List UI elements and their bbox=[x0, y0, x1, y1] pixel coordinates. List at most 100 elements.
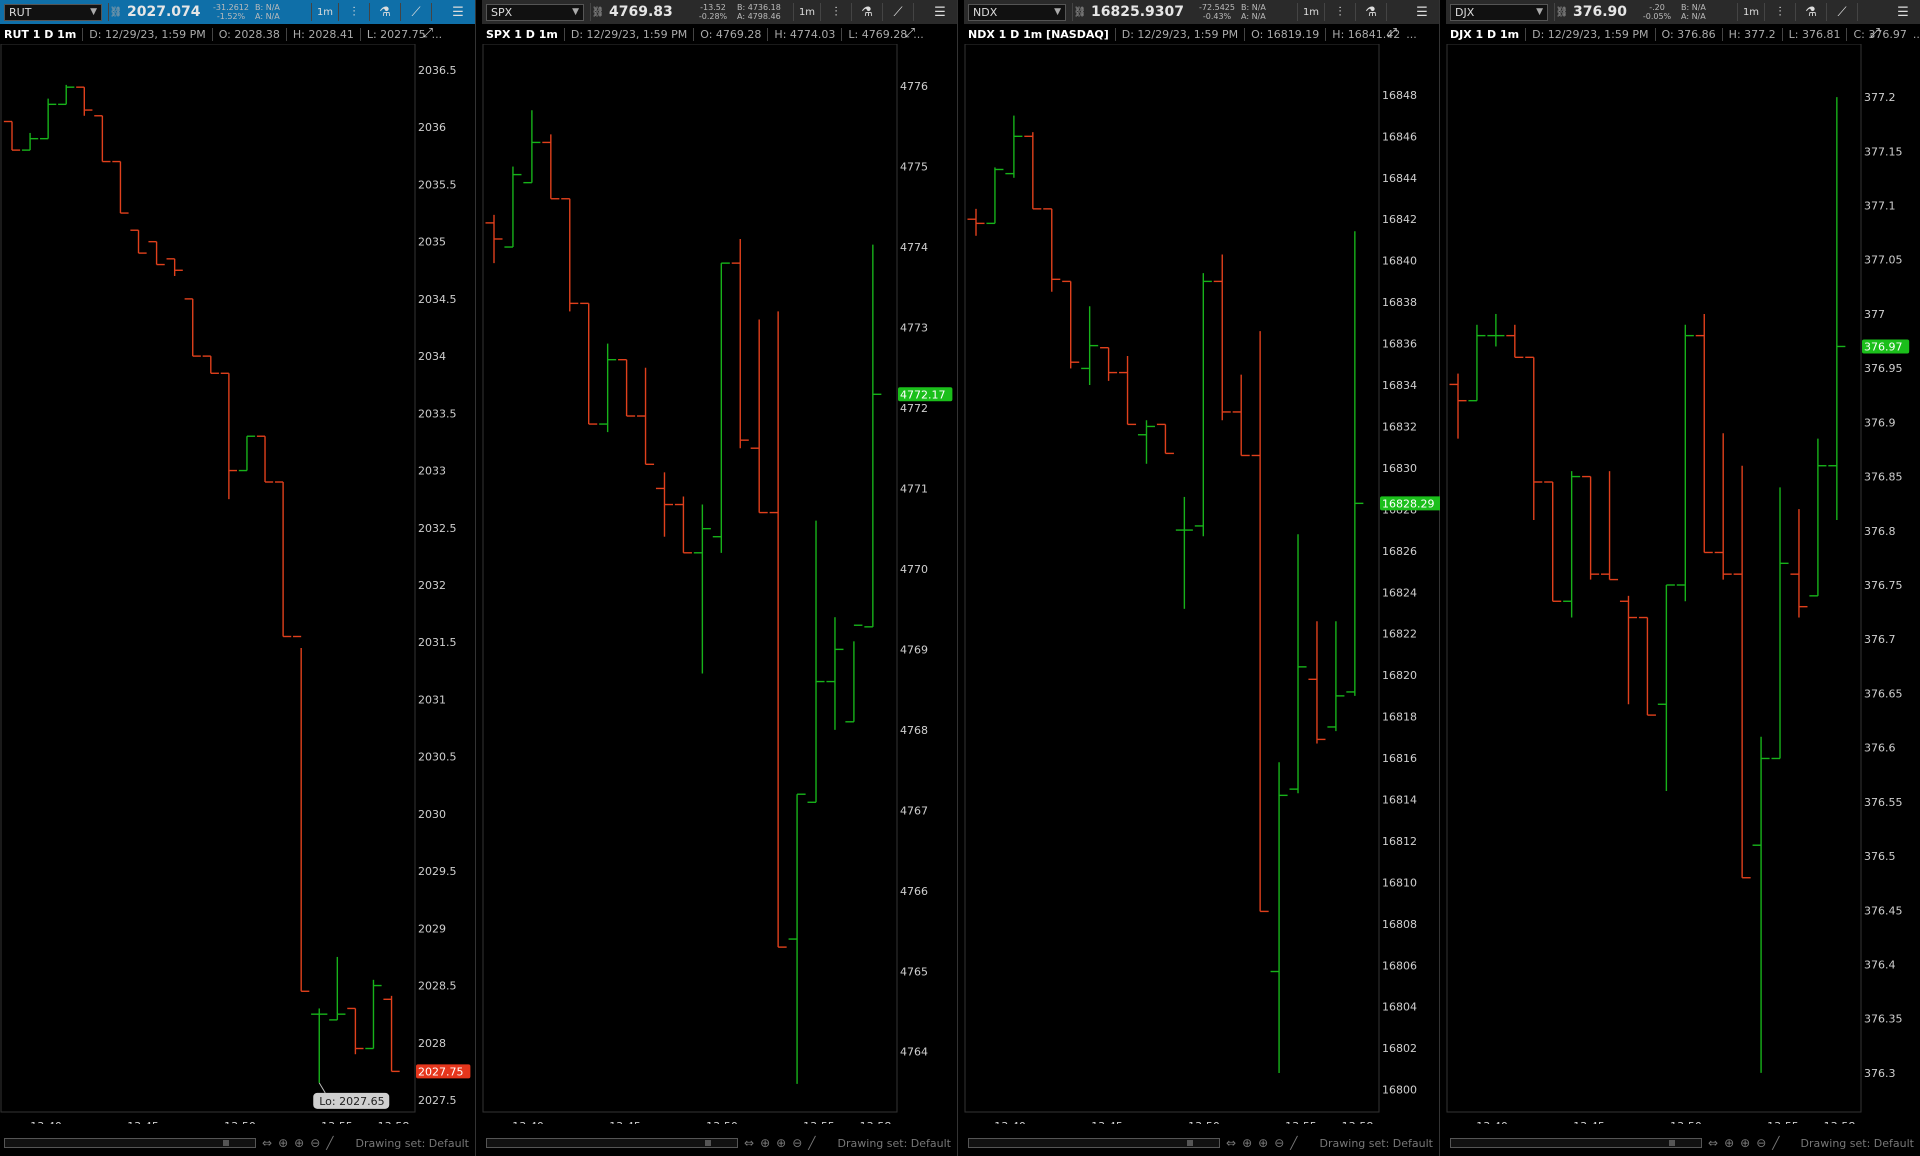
zoom-out-icon[interactable]: ⊖ bbox=[792, 1136, 802, 1150]
net-change: -72.5425 bbox=[1199, 3, 1235, 12]
drawings-icon[interactable]: ⟋ bbox=[1827, 3, 1858, 21]
chart-style-icon[interactable]: ⫶ bbox=[1765, 3, 1796, 21]
ohlc-bar bbox=[504, 166, 522, 248]
price-chart[interactable]: 16848 16846 16844 16842 16840 16838 16836 16834… bbox=[964, 44, 1440, 1124]
ohlc-bar bbox=[184, 298, 201, 357]
menu-list-icon[interactable]: ☰ bbox=[1411, 3, 1433, 21]
change-box: -13.52 -0.28% bbox=[693, 3, 733, 21]
pan-arrows-icon[interactable]: ⇔ bbox=[1226, 1136, 1236, 1150]
x-tick-label: 13:45 bbox=[1091, 1120, 1123, 1124]
ohlc-bar bbox=[166, 258, 183, 276]
timeframe-button[interactable]: 1m bbox=[793, 3, 821, 21]
expand-chart-icon[interactable]: ⤢ bbox=[1870, 26, 1880, 41]
link-icon[interactable]: ⛓ bbox=[1554, 3, 1569, 21]
symbol-selector[interactable]: NDX ▼ bbox=[968, 3, 1066, 21]
pan-arrows-icon[interactable]: ⇔ bbox=[262, 1136, 272, 1150]
symbol-selector[interactable]: SPX ▼ bbox=[486, 3, 584, 21]
draw-line-icon[interactable]: ╱ bbox=[1290, 1136, 1297, 1150]
zoom-in-icon[interactable]: ⊕ bbox=[1740, 1136, 1750, 1150]
crosshair-icon[interactable]: ⊕ bbox=[1724, 1136, 1734, 1150]
ohlc-bar bbox=[864, 244, 882, 628]
ohlc-bar bbox=[1156, 423, 1174, 455]
more-ellipsis[interactable]: ... bbox=[1406, 28, 1417, 41]
studies-flask-icon[interactable]: ⚗ bbox=[1356, 3, 1387, 21]
y-tick-label: 16812 bbox=[1382, 835, 1417, 848]
zoom-out-icon[interactable]: ⊖ bbox=[310, 1136, 320, 1150]
drawing-set-label[interactable]: Drawing set: Default bbox=[356, 1137, 469, 1150]
zoom-in-icon[interactable]: ⊕ bbox=[1258, 1136, 1268, 1150]
chevron-down-icon[interactable]: ▼ bbox=[90, 7, 97, 17]
time-scrollbar[interactable] bbox=[486, 1138, 738, 1148]
drawing-set-label[interactable]: Drawing set: Default bbox=[1320, 1137, 1433, 1150]
scrollbar-thumb[interactable] bbox=[1669, 1140, 1675, 1146]
time-scrollbar[interactable] bbox=[968, 1138, 1220, 1148]
draw-line-icon[interactable]: ╱ bbox=[1772, 1136, 1779, 1150]
scrollbar-thumb[interactable] bbox=[1187, 1140, 1193, 1146]
crosshair-icon[interactable]: ⊕ bbox=[1242, 1136, 1252, 1150]
expand-chart-icon[interactable]: ⤢ bbox=[1387, 26, 1397, 41]
ohlc-bar bbox=[561, 198, 579, 312]
expand-chart-icon[interactable]: ⤢ bbox=[423, 26, 433, 41]
draw-line-icon[interactable]: ╱ bbox=[808, 1136, 815, 1150]
x-tick-label: 13:58 bbox=[1824, 1120, 1856, 1124]
pan-arrows-icon[interactable]: ⇔ bbox=[1708, 1136, 1718, 1150]
symbol-selector[interactable]: DJX ▼ bbox=[1450, 3, 1548, 21]
studies-flask-icon[interactable]: ⚗ bbox=[1796, 3, 1827, 21]
timeframe-button[interactable]: 1m bbox=[1737, 3, 1765, 21]
price-chart[interactable]: 2036.5 2036 2035.5 2035 2034.5 2034 2033.5 2033… bbox=[0, 44, 476, 1124]
link-icon[interactable]: ⛓ bbox=[108, 3, 123, 21]
chart-panel-rut[interactable]: RUT ▼ ⛓ 2027.074 -31.2612 -1.52% B: N/A A: … bbox=[0, 0, 476, 1156]
scrollbar-thumb[interactable] bbox=[705, 1140, 711, 1146]
drawings-icon[interactable]: ⟋ bbox=[883, 3, 914, 21]
menu-list-icon[interactable]: ☰ bbox=[929, 3, 951, 21]
chevron-down-icon[interactable]: ▼ bbox=[572, 7, 579, 17]
chart-style-icon[interactable]: ⫶ bbox=[339, 3, 370, 21]
more-ellipsis[interactable]: ... bbox=[1913, 28, 1920, 41]
studies-flask-icon[interactable]: ⚗ bbox=[370, 3, 401, 21]
pan-arrows-icon[interactable]: ⇔ bbox=[744, 1136, 754, 1150]
chevron-down-icon[interactable]: ▼ bbox=[1536, 7, 1543, 17]
drawings-icon[interactable]: ⟋ bbox=[401, 3, 432, 21]
bid-label: B: N/A bbox=[1241, 3, 1266, 12]
zoom-in-icon[interactable]: ⊕ bbox=[776, 1136, 786, 1150]
ohlc-bar bbox=[274, 481, 292, 638]
zoom-out-icon[interactable]: ⊖ bbox=[1274, 1136, 1284, 1150]
symbol-selector[interactable]: RUT ▼ bbox=[4, 3, 102, 21]
chart-panel-spx[interactable]: SPX ▼ ⛓ 4769.83 -13.52 -0.28% B: 4736.18 A:… bbox=[482, 0, 958, 1156]
menu-list-icon[interactable]: ☰ bbox=[1892, 3, 1914, 21]
crosshair-icon[interactable]: ⊕ bbox=[278, 1136, 288, 1150]
expand-chart-icon[interactable]: ⤢ bbox=[905, 26, 915, 41]
ohlc-bar bbox=[1487, 313, 1505, 347]
symbol-label: RUT bbox=[9, 5, 32, 19]
scrollbar-thumb[interactable] bbox=[223, 1140, 229, 1146]
timeframe-button[interactable]: 1m bbox=[1297, 3, 1325, 21]
crosshair-icon[interactable]: ⊕ bbox=[760, 1136, 770, 1150]
chart-panel-djx[interactable]: DJX ▼ ⛓ 376.90 -.20 -0.05% B: N/A A: N/A 1m… bbox=[1446, 0, 1920, 1156]
timeframe-button[interactable]: 1m bbox=[311, 3, 339, 21]
ohlc-bar bbox=[1232, 374, 1250, 457]
percent-change: -0.05% bbox=[1642, 12, 1672, 21]
link-icon[interactable]: ⛓ bbox=[590, 3, 605, 21]
drawing-set-label[interactable]: Drawing set: Default bbox=[1801, 1137, 1914, 1150]
last-price: 2027.074 bbox=[127, 4, 201, 20]
bid-ask: B: N/A A: N/A bbox=[255, 3, 301, 21]
chart-style-icon[interactable]: ⫶ bbox=[821, 3, 852, 21]
more-ellipsis[interactable]: ... bbox=[432, 28, 443, 41]
price-chart[interactable]: 4776 4775 4774 4773 4772 4771 4770 4769 4768 4767… bbox=[482, 44, 958, 1124]
y-tick-label: 4766 bbox=[900, 885, 928, 898]
time-scrollbar[interactable] bbox=[1450, 1138, 1702, 1148]
chart-style-icon[interactable]: ⫶ bbox=[1325, 3, 1356, 21]
drawing-set-label[interactable]: Drawing set: Default bbox=[838, 1137, 951, 1150]
draw-line-icon[interactable]: ╱ bbox=[326, 1136, 333, 1150]
zoom-out-icon[interactable]: ⊖ bbox=[1756, 1136, 1766, 1150]
x-tick-label: 13:50 bbox=[1670, 1120, 1702, 1124]
price-chart[interactable]: 377.2 377.15 377.1 377.05 377 376.95 376.9 376.… bbox=[1446, 44, 1920, 1124]
chart-panel-ndx[interactable]: NDX ▼ ⛓ 16825.9307 -72.5425 -0.43% B: N/A A… bbox=[964, 0, 1440, 1156]
menu-list-icon[interactable]: ☰ bbox=[447, 3, 469, 21]
percent-change: -0.43% bbox=[1202, 12, 1232, 21]
zoom-in-icon[interactable]: ⊕ bbox=[294, 1136, 304, 1150]
time-scrollbar[interactable] bbox=[4, 1138, 256, 1148]
studies-flask-icon[interactable]: ⚗ bbox=[852, 3, 883, 21]
chevron-down-icon[interactable]: ▼ bbox=[1054, 7, 1061, 17]
link-icon[interactable]: ⛓ bbox=[1072, 3, 1087, 21]
